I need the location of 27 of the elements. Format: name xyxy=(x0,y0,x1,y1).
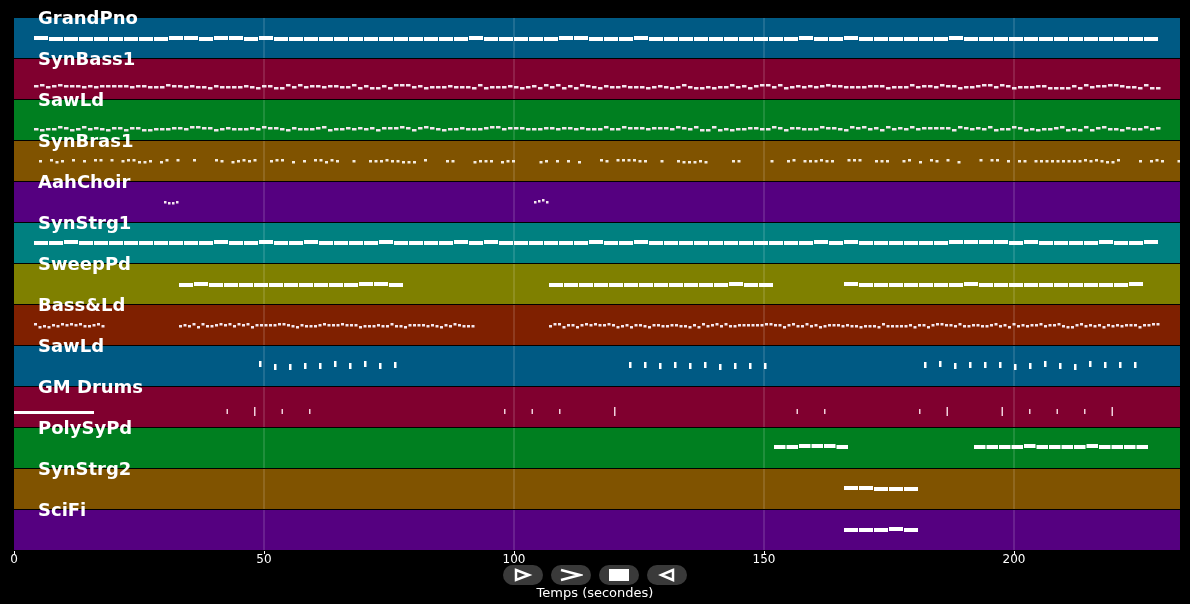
tick-label: 150 xyxy=(752,553,776,565)
track-name: SawLd xyxy=(38,336,105,356)
track-name: AahChoir xyxy=(38,172,131,192)
track-name: PolySyPd xyxy=(38,418,133,438)
track-name: SawLd xyxy=(38,90,105,110)
play-button[interactable] xyxy=(503,565,543,585)
axis-label: Temps (secondes) xyxy=(536,585,654,600)
tick-label: 0 xyxy=(10,553,18,565)
track-name: SynStrg1 xyxy=(38,213,132,233)
back-button[interactable] xyxy=(647,565,687,585)
stop-icon xyxy=(609,569,629,581)
chevron-right-icon xyxy=(559,568,583,582)
play-icon xyxy=(513,568,533,582)
track-name: SynBass1 xyxy=(38,49,136,69)
forward-button[interactable] xyxy=(551,565,591,585)
track-name: SweepPd xyxy=(38,254,131,274)
tick-label: 200 xyxy=(1002,553,1026,565)
track-name: Bass&Ld xyxy=(38,295,126,315)
stop-button[interactable] xyxy=(599,565,639,585)
track-name: SciFi xyxy=(38,500,87,520)
track-name: GrandPno xyxy=(38,8,138,28)
track-name: GM Drums xyxy=(38,377,144,397)
triangle-left-icon xyxy=(658,568,676,582)
tick-label: 100 xyxy=(502,553,526,565)
tick-label: 50 xyxy=(256,553,272,565)
track-name: SynStrg2 xyxy=(38,459,132,479)
track-name: SynBras1 xyxy=(38,131,134,151)
